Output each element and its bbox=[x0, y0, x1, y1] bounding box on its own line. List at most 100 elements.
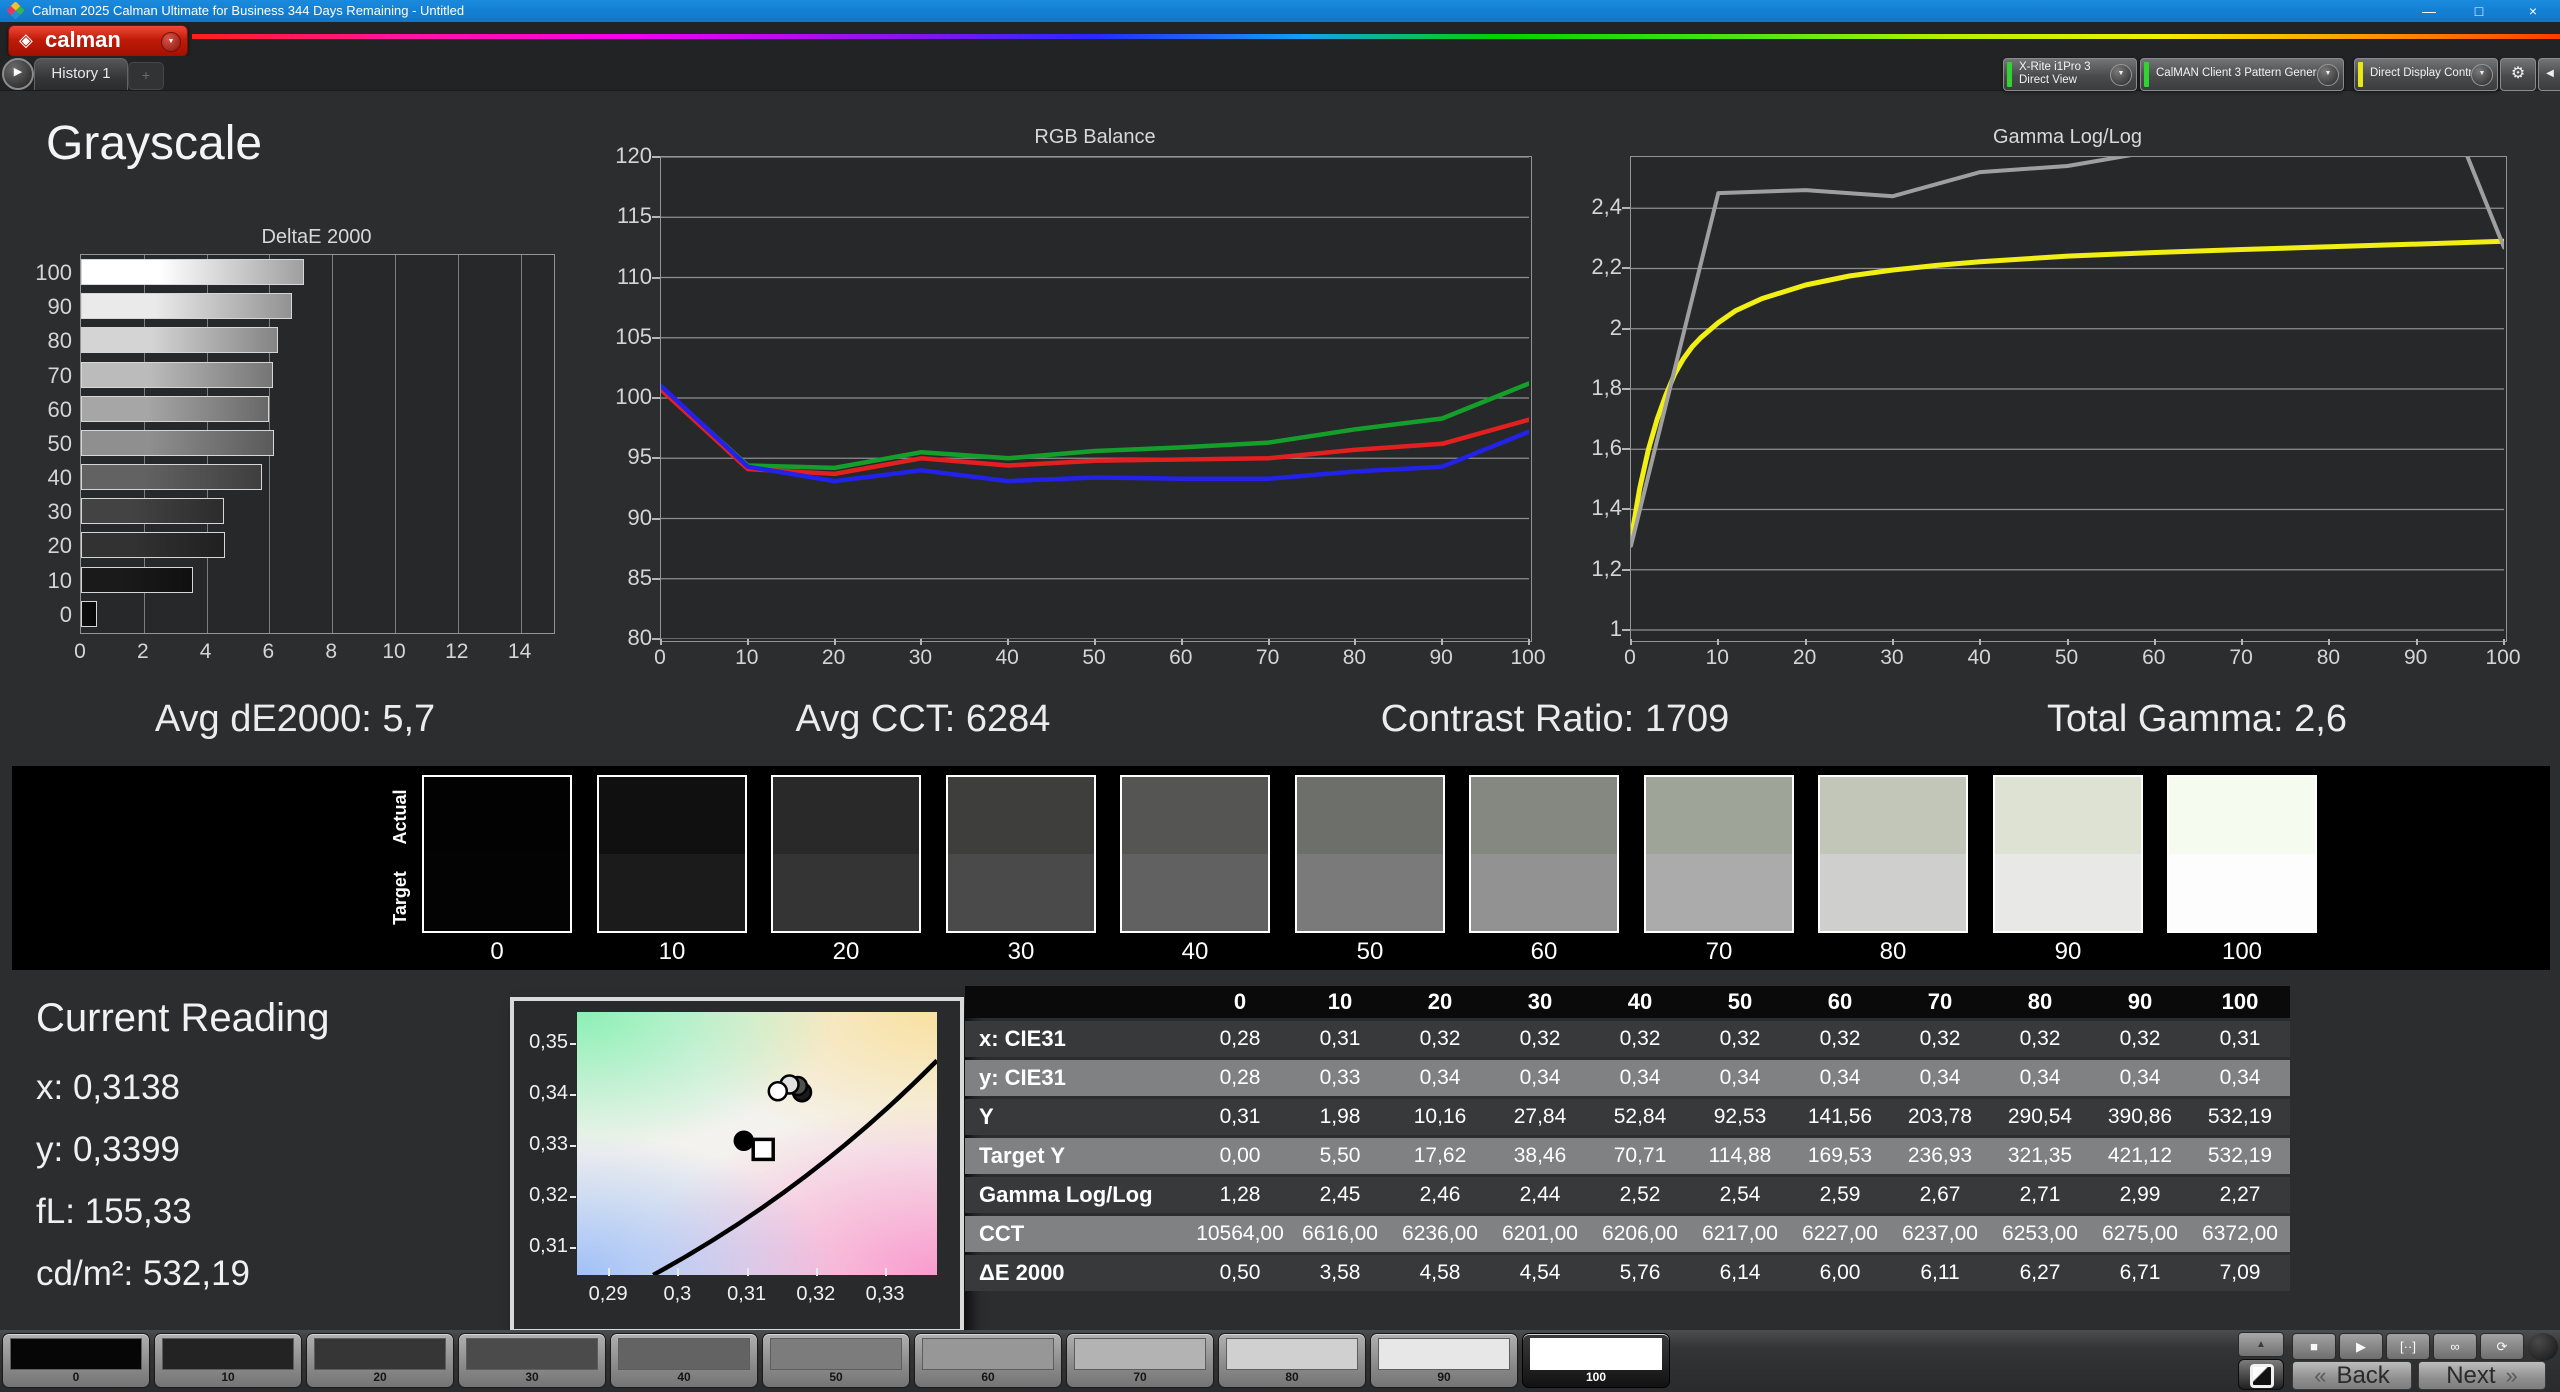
minimize-button[interactable]: — bbox=[2408, 0, 2450, 22]
grayscale-swatch bbox=[1469, 775, 1619, 933]
gamma-plot-xtick-label: 90 bbox=[2404, 646, 2428, 669]
chevron-down-icon[interactable]: ▼ bbox=[2471, 64, 2493, 86]
pattern-button-50[interactable]: 50 bbox=[762, 1333, 910, 1388]
table-cell: 5,50 bbox=[1319, 1144, 1361, 1167]
calman-logo-text: calman bbox=[45, 27, 121, 52]
pattern-button-90[interactable]: 90 bbox=[1370, 1333, 1518, 1388]
pattern-button-10[interactable]: 10 bbox=[154, 1333, 302, 1388]
gamma-plot-ytick bbox=[1622, 448, 1630, 451]
add-tab-button[interactable]: + bbox=[128, 62, 164, 90]
table-cell: 2,46 bbox=[1419, 1183, 1461, 1206]
collapse-panel-button[interactable]: ◀ bbox=[2538, 58, 2560, 91]
stop-button[interactable]: ■ bbox=[2292, 1333, 2336, 1360]
pattern-window-button[interactable]: [··] bbox=[2386, 1333, 2430, 1360]
table-cell: 169,53 bbox=[1807, 1144, 1873, 1167]
back-button[interactable]: « Back bbox=[2292, 1361, 2412, 1390]
pattern-button-30[interactable]: 30 bbox=[458, 1333, 606, 1388]
series-red bbox=[661, 387, 1531, 477]
swatch-actual bbox=[1297, 777, 1443, 854]
rgb-plot-xtick-label: 80 bbox=[1342, 646, 1367, 669]
swatch-actual bbox=[948, 777, 1094, 854]
rgb-plot-xtick-label: 0 bbox=[654, 646, 666, 669]
pattern-generator-selector-button[interactable]: CalMAN Client 3 Pattern Generator ▼ bbox=[2140, 58, 2344, 91]
pattern-window-toggle-button[interactable] bbox=[2238, 1359, 2284, 1390]
deltae-ytick-label: 40 bbox=[47, 465, 72, 491]
refresh-button[interactable]: ⟳ bbox=[2480, 1333, 2524, 1360]
table-cell: 2,99 bbox=[2119, 1183, 2161, 1206]
table-row-label: Gamma Log/Log bbox=[979, 1182, 1153, 1207]
gamma-plot-xtick bbox=[2241, 639, 2244, 645]
pattern-swatch bbox=[314, 1338, 446, 1370]
swatch-level-label: 0 bbox=[490, 938, 504, 965]
series-target bbox=[1631, 238, 2506, 543]
gamma-plot-ytick-label: 2,4 bbox=[1591, 194, 1622, 220]
pattern-button-20[interactable]: 20 bbox=[306, 1333, 454, 1388]
pattern-button-40[interactable]: 40 bbox=[610, 1333, 758, 1388]
deltae-ytick-label: 60 bbox=[47, 396, 72, 422]
pattern-button-60[interactable]: 60 bbox=[914, 1333, 1062, 1388]
table-column-header: 0 bbox=[1233, 989, 1247, 1014]
table-cell: 114,88 bbox=[1708, 1144, 1772, 1167]
table-cell: 6253,00 bbox=[2002, 1222, 2078, 1245]
table-cell: 0,32 bbox=[1819, 1027, 1861, 1050]
gamma-plot-ytick-label: 2,2 bbox=[1591, 254, 1622, 280]
tab-history-1[interactable]: History 1 bbox=[34, 58, 128, 90]
panel-expander-button[interactable]: ▶ bbox=[2, 58, 34, 90]
swatch-level-label: 80 bbox=[1879, 938, 1907, 965]
cie-chart-area bbox=[577, 1012, 939, 1277]
rgb-plot-xtick-label: 100 bbox=[1510, 646, 1546, 669]
pattern-button-100[interactable]: 100 bbox=[1522, 1333, 1670, 1388]
rgb-plot-xtick bbox=[1441, 639, 1444, 645]
maximize-button[interactable]: □ bbox=[2458, 0, 2500, 22]
pattern-button-80[interactable]: 80 bbox=[1218, 1333, 1366, 1388]
grayscale-swatch bbox=[1644, 775, 1794, 933]
table-column-header: 80 bbox=[2027, 989, 2053, 1014]
play-button[interactable]: ▶ bbox=[2339, 1333, 2383, 1360]
grayscale-swatch bbox=[597, 775, 747, 933]
table-column-header: 10 bbox=[1327, 989, 1353, 1014]
continuous-button[interactable]: ∞ bbox=[2433, 1333, 2477, 1360]
grayscale-swatch bbox=[422, 775, 572, 933]
gamma-plot-ytick bbox=[1622, 267, 1630, 270]
deltae-gridline bbox=[395, 255, 396, 633]
gamma-plot-ytick-label: 1,6 bbox=[1591, 435, 1622, 461]
expand-up-button[interactable]: ▲ bbox=[2238, 1332, 2284, 1357]
next-button[interactable]: Next » bbox=[2418, 1361, 2546, 1390]
table-row: Y 0,31 1,98 10,16 27,84 52,84 92,53 141,56 203,7… bbox=[965, 1099, 2290, 1135]
deltae-bar bbox=[81, 464, 262, 491]
settings-gear-button[interactable]: ⚙ bbox=[2500, 58, 2536, 91]
generator-name: CalMAN Client 3 Pattern Generator bbox=[2156, 67, 2317, 79]
rgb-plot-xtick-label: 90 bbox=[1429, 646, 1453, 669]
grayscale-swatch bbox=[771, 775, 921, 933]
meter-selector-button[interactable]: X-Rite i1Pro 3 Direct View ▼ bbox=[2003, 58, 2137, 91]
table-column-header: 30 bbox=[1527, 989, 1553, 1014]
deltae-ytick-label: 20 bbox=[47, 533, 72, 559]
table-cell: 52,84 bbox=[1613, 1105, 1667, 1128]
rgb-plot-xtick bbox=[1007, 639, 1010, 645]
cie-ytick bbox=[570, 1246, 576, 1249]
deltae-chart bbox=[80, 254, 555, 634]
pattern-button-70[interactable]: 70 bbox=[1066, 1333, 1214, 1388]
table-cell: 0,34 bbox=[1419, 1066, 1461, 1089]
display-control-selector-button[interactable]: Direct Display Control ▼ bbox=[2354, 58, 2498, 91]
chevron-down-icon[interactable]: ▼ bbox=[2110, 64, 2132, 86]
table-cell: 6217,00 bbox=[1702, 1222, 1778, 1245]
swatch-actual bbox=[2169, 777, 2315, 854]
pattern-button-0[interactable]: 0 bbox=[2, 1333, 150, 1388]
swatch-level-label: 40 bbox=[1181, 938, 1209, 965]
swatch-actual bbox=[1820, 777, 1966, 854]
deltae-bar bbox=[81, 532, 225, 559]
table-cell: 0,34 bbox=[1519, 1066, 1561, 1089]
deltae-ytick-label: 30 bbox=[47, 499, 72, 525]
pattern-label: 0 bbox=[72, 1370, 80, 1384]
swatch-target bbox=[1122, 854, 1268, 931]
calman-menu-button[interactable]: ◈ calman ▼ bbox=[8, 25, 188, 57]
chevron-down-icon[interactable]: ▼ bbox=[2317, 64, 2339, 86]
chevron-right-icon: » bbox=[2505, 1362, 2518, 1388]
cie-data-point bbox=[733, 1130, 755, 1151]
table-column-header: 40 bbox=[1627, 989, 1653, 1014]
close-button[interactable]: × bbox=[2512, 0, 2554, 22]
grayscale-swatch bbox=[1295, 775, 1445, 933]
table-cell: 2,45 bbox=[1319, 1183, 1361, 1206]
display-control-name: Direct Display Control bbox=[2370, 67, 2471, 79]
